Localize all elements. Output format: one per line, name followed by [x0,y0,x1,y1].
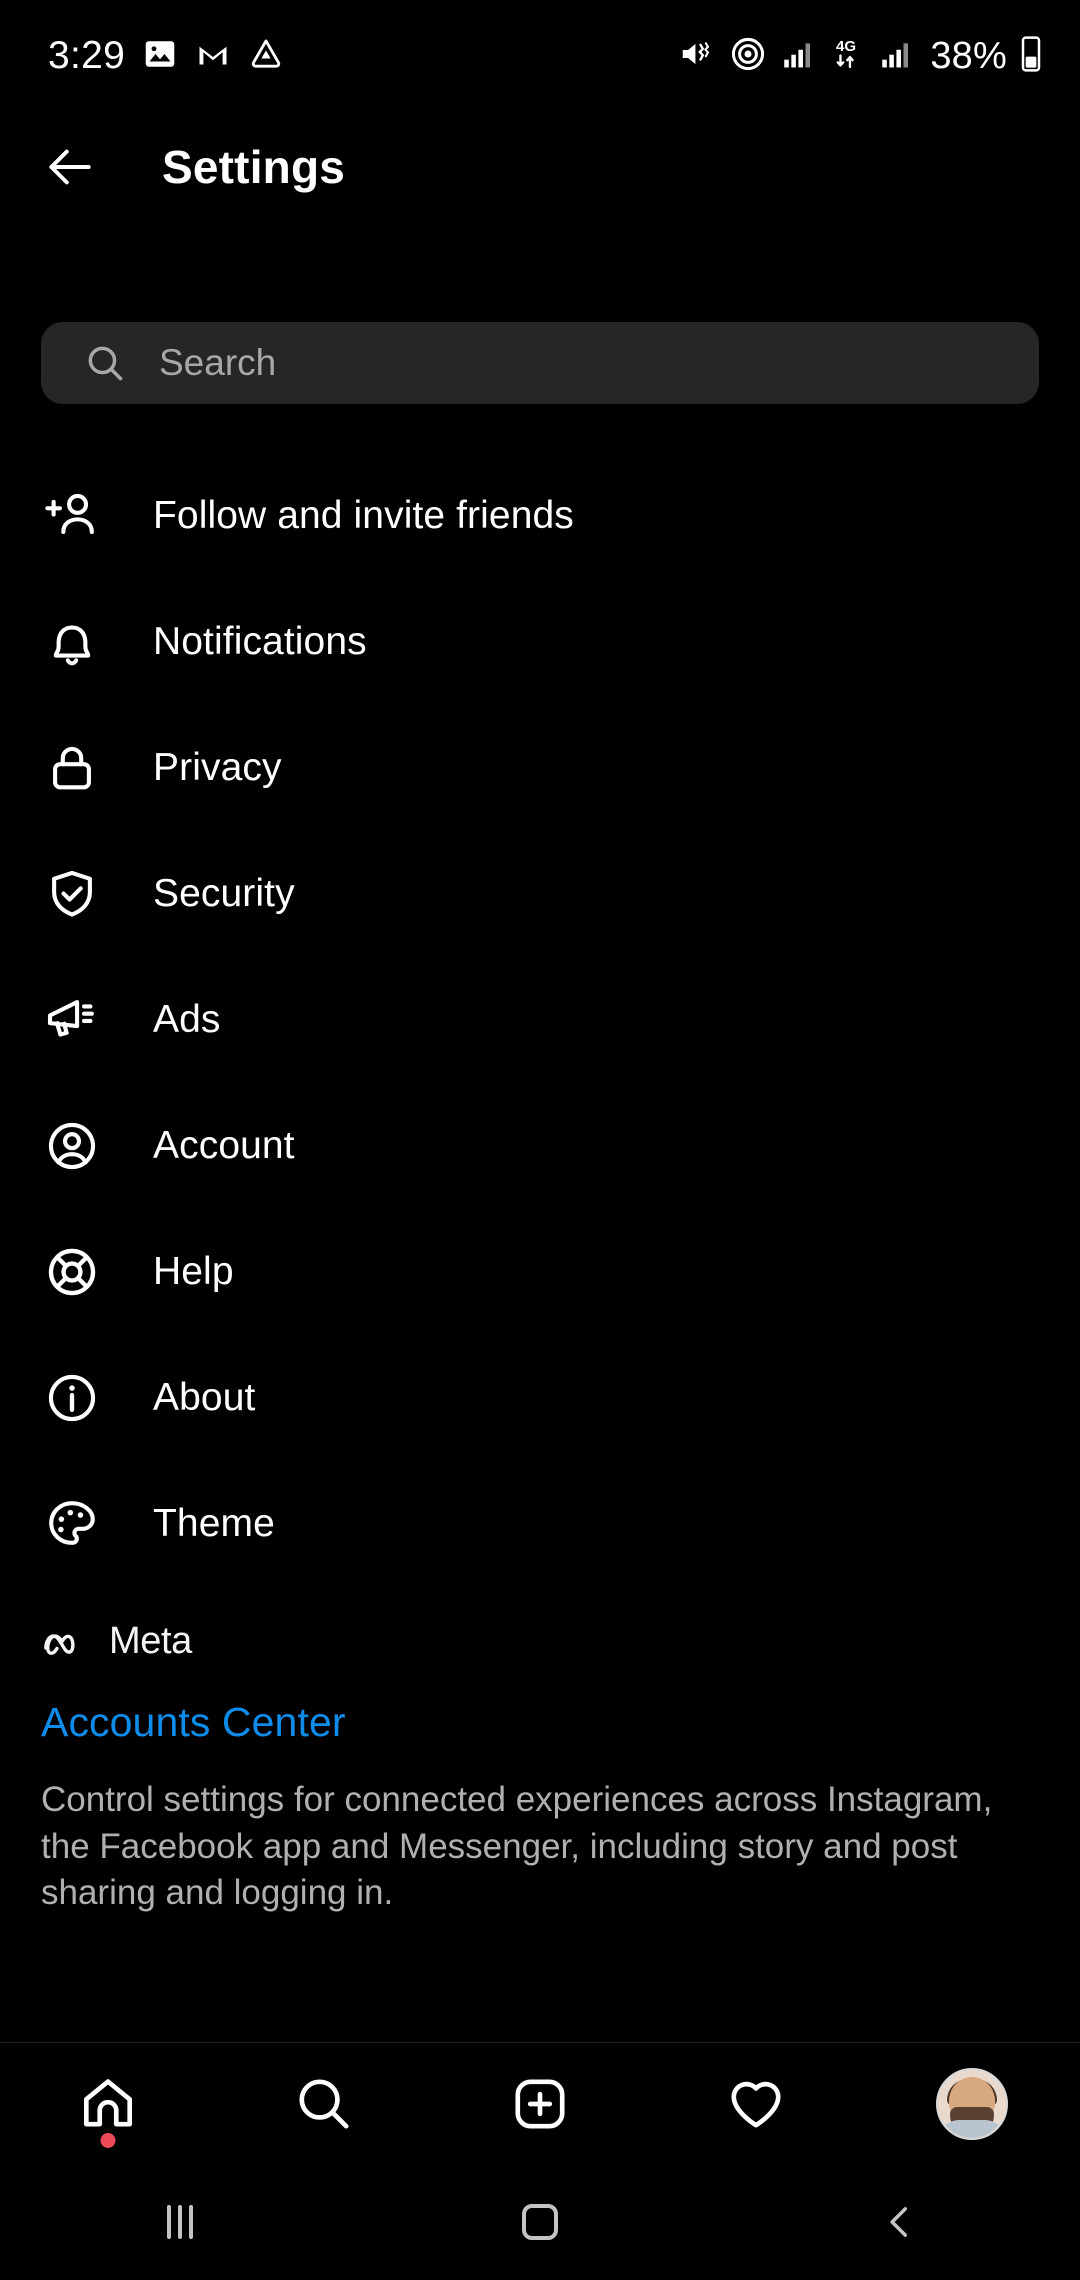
search-bar[interactable]: Search [41,322,1039,404]
avatar[interactable] [936,2067,1008,2140]
megaphone-icon [41,989,103,1051]
menu-item-label: Privacy [153,746,282,789]
meta-brand: Meta [41,1620,1041,1663]
status-bar: 3:29 4G 38% [0,0,1080,112]
status-time: 3:29 [48,34,126,77]
status-bar-right: 4G 38% [678,34,1042,79]
menu-item-help[interactable]: Help [0,1209,1080,1335]
person-circle-icon [41,1115,103,1177]
back-button[interactable] [22,119,118,215]
settings-menu: Follow and invite friends Notifications … [0,453,1080,1587]
avatar-body [939,2119,1005,2138]
mute-vibrate-icon [678,35,716,78]
home-square-icon [522,2204,558,2240]
search-icon [299,2078,349,2129]
battery-icon [1020,34,1042,79]
page-title: Settings [162,141,346,193]
tab-activity[interactable] [696,2054,816,2154]
lock-icon [41,737,103,799]
home-icon [83,2078,133,2126]
nav-back-button[interactable] [830,2182,970,2262]
recents-icon [167,2205,193,2239]
photos-icon [142,36,178,77]
status-bar-left: 3:29 [48,34,284,78]
nav-home-button[interactable] [470,2182,610,2262]
menu-item-ads[interactable]: Ads [0,957,1080,1083]
meta-brand-label: Meta [109,1620,192,1662]
menu-item-label: Theme [153,1502,275,1545]
plus-square-icon [515,2078,565,2129]
signal-bars-icon [780,37,814,76]
battery-percent-label: 38% [930,34,1007,77]
search-icon [88,346,123,381]
back-arrow-icon [49,149,91,185]
menu-item-label: Account [153,1124,295,1167]
menu-item-label: About [153,1376,256,1419]
menu-item-notifications[interactable]: Notifications [0,579,1080,705]
tab-profile[interactable] [912,2054,1032,2154]
gmail-icon [195,36,231,77]
bell-icon [41,611,103,673]
heart-icon [731,2081,781,2128]
menu-item-label: Security [153,872,295,915]
search-input[interactable]: Search [159,342,276,384]
menu-item-label: Notifications [153,620,367,663]
meta-description: Control settings for connected experienc… [41,1780,993,1913]
meta-section: Meta Accounts Center Control settings fo… [41,1620,1041,1917]
menu-item-label: Ads [153,998,221,1041]
app-header: Settings [0,112,1080,222]
menu-item-label: Follow and invite friends [153,494,574,537]
4g-icon: 4G [827,35,865,78]
menu-item-follow-invite-friends[interactable]: Follow and invite friends [0,453,1080,579]
hotspot-icon [729,35,767,78]
meta-infinity-icon [44,1633,75,1655]
accounts-center-link[interactable]: Accounts Center [41,1699,1041,1746]
signal-bars-2-icon [878,37,912,76]
drive-icon [248,36,284,77]
nav-recents-button[interactable] [110,2182,250,2262]
svg-text:4G: 4G [836,37,856,54]
menu-item-security[interactable]: Security [0,831,1080,957]
menu-item-theme[interactable]: Theme [0,1461,1080,1587]
menu-item-account[interactable]: Account [0,1083,1080,1209]
add-person-icon [41,485,103,547]
menu-item-about[interactable]: About [0,1335,1080,1461]
search-box[interactable]: Search [41,322,1039,404]
tab-home[interactable] [48,2054,168,2154]
home-badge-dot [100,2132,116,2148]
back-chevron-icon [890,2207,907,2237]
info-circle-icon [41,1367,103,1429]
life-ring-icon [41,1241,103,1303]
palette-icon [41,1493,103,1555]
bottom-tab-bar [0,2042,1080,2164]
menu-item-label: Help [153,1250,234,1293]
menu-item-privacy[interactable]: Privacy [0,705,1080,831]
shield-check-icon [41,863,103,925]
android-nav-bar [0,2164,1080,2280]
tab-create[interactable] [480,2054,600,2154]
tab-search[interactable] [264,2054,384,2154]
